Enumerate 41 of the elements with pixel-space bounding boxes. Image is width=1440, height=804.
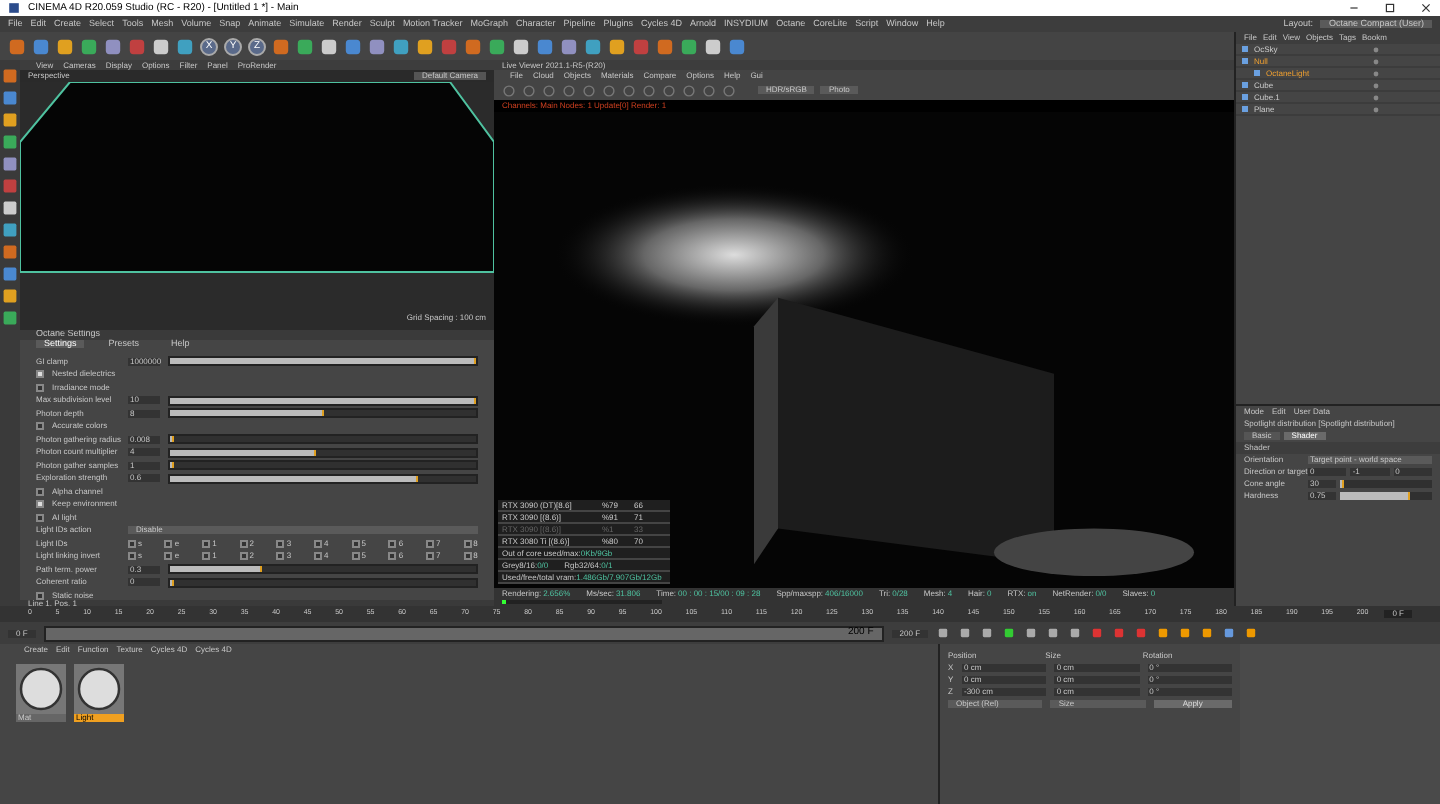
slider-track[interactable] [168,473,478,483]
checkbox[interactable] [351,539,360,547]
checkbox[interactable] [36,500,44,508]
checkbox[interactable] [202,552,211,560]
slider-track[interactable] [168,577,478,587]
checkbox[interactable] [36,591,44,599]
slider-track[interactable] [168,434,478,444]
checkbox[interactable] [36,513,44,521]
checkbox[interactable] [314,539,323,547]
close-icon[interactable] [1420,2,1432,14]
checkbox[interactable] [239,552,248,560]
checkbox[interactable] [36,383,44,391]
material-swatch-icon[interactable] [74,664,124,714]
checkbox[interactable] [276,552,285,560]
slider-track[interactable] [1340,492,1432,500]
checkbox[interactable] [463,539,472,547]
slider-track[interactable] [168,564,478,574]
checkbox[interactable] [128,552,136,560]
checkbox[interactable] [36,422,44,430]
checkbox[interactable] [314,552,323,560]
checkbox[interactable] [36,487,44,495]
material-swatch-icon[interactable] [16,664,66,714]
checkbox[interactable] [426,539,435,547]
checkbox[interactable] [351,552,360,560]
minimize-icon[interactable] [1348,2,1360,14]
checkbox[interactable] [426,552,435,560]
slider-track[interactable] [168,447,478,457]
maximize-icon[interactable] [1384,2,1396,14]
checkbox[interactable] [463,552,472,560]
checkbox[interactable] [164,552,173,560]
slider-track[interactable] [168,408,478,418]
checkbox[interactable] [128,539,136,547]
checkbox[interactable] [276,539,285,547]
checkbox[interactable] [239,539,248,547]
checkbox[interactable] [164,539,173,547]
app-icon[interactable] [8,2,20,14]
slider-track[interactable] [168,460,478,470]
checkbox[interactable] [388,539,397,547]
checkbox[interactable] [202,539,211,547]
checkbox[interactable] [36,370,44,378]
checkbox[interactable] [388,552,397,560]
